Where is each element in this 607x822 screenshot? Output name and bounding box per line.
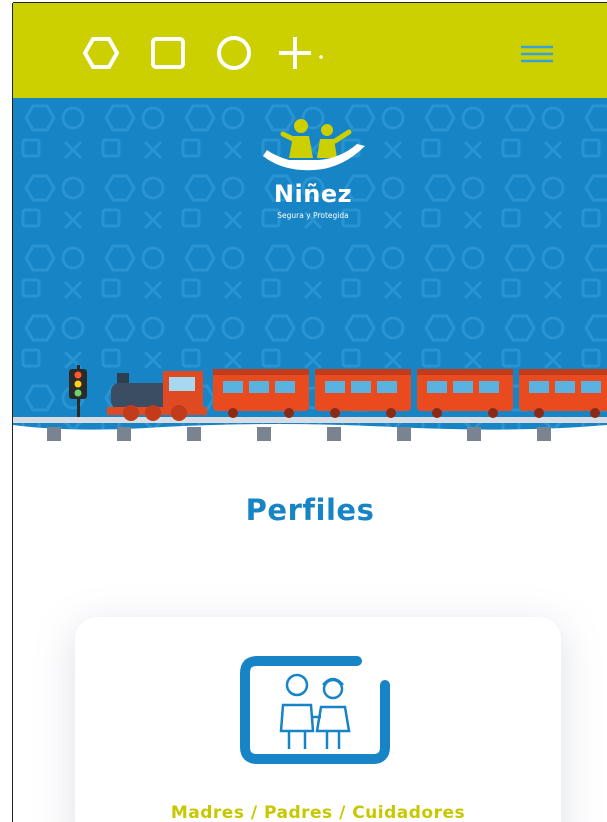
hand-children-icon — [263, 119, 365, 171]
logo-shapes[interactable] — [81, 29, 341, 77]
parents-icon — [240, 656, 390, 764]
hero-banner: Niñez Segura y Protegida — [13, 98, 607, 448]
plus-icon — [279, 37, 323, 69]
train-illustration — [13, 365, 607, 448]
profile-card-parents[interactable]: Madres / Padres / Cuidadores — [75, 617, 561, 822]
hamburger-menu-icon[interactable] — [519, 41, 555, 67]
top-bar — [13, 3, 607, 98]
brand-logo[interactable]: Niñez Segura y Protegida — [253, 116, 383, 228]
hexagon-icon — [82, 37, 120, 69]
square-icon — [151, 37, 185, 69]
profile-card-label: Madres / Padres / Cuidadores — [170, 803, 466, 822]
brand-title: Niñez — [273, 180, 353, 208]
section-title: Perfiles — [245, 493, 375, 527]
page-frame: Niñez Segura y Protegida Perfiles Madres… — [13, 3, 607, 822]
brand-subtitle: Segura y Protegida — [277, 211, 349, 220]
circle-icon — [217, 36, 251, 70]
